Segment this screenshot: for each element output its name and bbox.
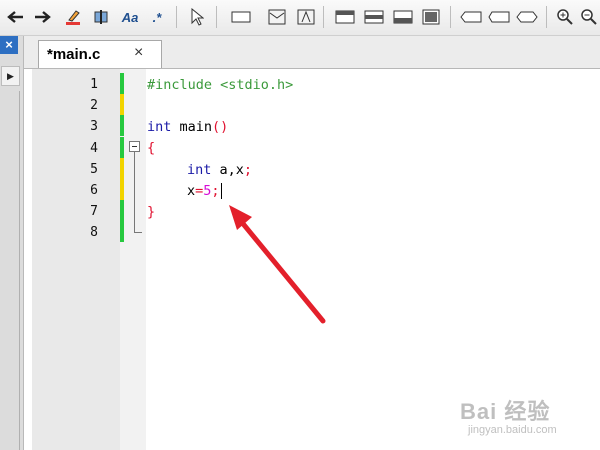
watermark-text: Bai 经验	[460, 399, 551, 424]
watermark-url: jingyan.baidu.com	[468, 424, 557, 436]
watermark-logo: Bai 经验 jingyan.baidu.com	[460, 394, 600, 450]
annotation-arrow	[229, 205, 326, 324]
